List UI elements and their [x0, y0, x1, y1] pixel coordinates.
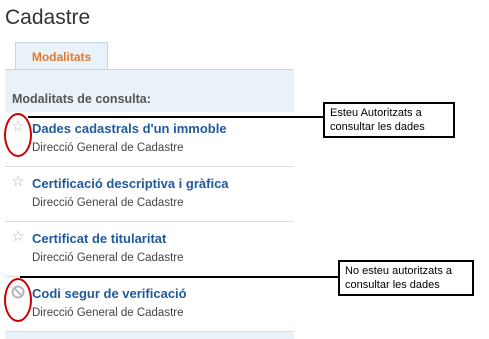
item-subtitle: Direcció General de Cadastre: [32, 252, 184, 264]
tab-bar: Modalitats: [5, 42, 295, 70]
item-link-dades-cadastrals[interactable]: Dades cadastrals d'un immoble: [32, 121, 227, 136]
list-item: ☆ Certificat de titularitat Direcció Gen…: [5, 222, 294, 277]
annotation-callout-not-authorized: No esteu autoritzats a consultar les dad…: [338, 260, 474, 296]
item-subtitle: Direcció General de Cadastre: [32, 307, 184, 319]
annotation-circle: [4, 113, 32, 157]
item-link-certificat-titularitat[interactable]: Certificat de titularitat: [32, 231, 166, 246]
page-title: Cadastre: [5, 6, 91, 29]
list-item: ☆ Certificació descriptiva i gràfica Dir…: [5, 167, 294, 222]
star-icon[interactable]: ☆: [10, 174, 26, 190]
item-link-codi-segur[interactable]: Codi segur de verificació: [32, 286, 187, 301]
list-item: Codi segur de verificació Direcció Gener…: [5, 277, 294, 332]
item-subtitle: Direcció General de Cadastre: [32, 142, 184, 154]
star-icon[interactable]: ☆: [10, 229, 26, 245]
annotation-line: [20, 276, 338, 278]
item-link-certificacio-descriptiva[interactable]: Certificació descriptiva i gràfica: [32, 176, 229, 191]
annotation-callout-authorized: Esteu Autoritzats a consultar les dades: [323, 102, 455, 138]
tab-modalitats[interactable]: Modalitats: [15, 42, 108, 70]
annotation-circle: [4, 278, 32, 322]
section-label: Modalitats de consulta:: [12, 92, 151, 106]
item-subtitle: Direcció General de Cadastre: [32, 197, 184, 209]
annotation-line: [28, 116, 324, 118]
list-item: ☆ Dades cadastrals d'un immoble Direcció…: [5, 112, 294, 167]
